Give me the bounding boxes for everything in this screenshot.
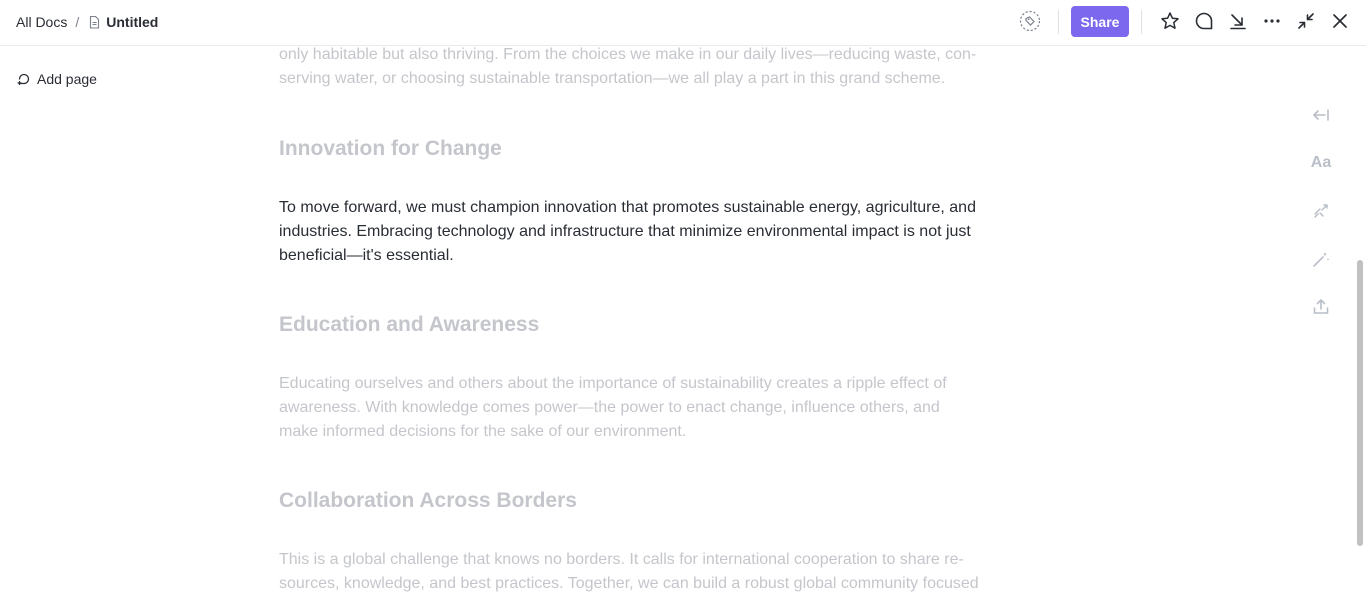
add-page-label: Add page [37, 71, 97, 87]
section-paragraph[interactable]: Educating ourselves and others about the… [279, 372, 979, 444]
paragraph-line: This is a global challenge that knows no… [279, 551, 964, 568]
breadcrumb: All Docs / Untitled [16, 12, 158, 32]
section-paragraph[interactable]: This is a global challenge that knows no… [279, 548, 984, 592]
collapse-left-icon[interactable] [1309, 103, 1333, 127]
collapse-icon[interactable] [1294, 9, 1318, 33]
doc-icon [87, 15, 101, 29]
breadcrumb-all-docs[interactable]: All Docs [16, 14, 67, 30]
download-icon[interactable] [1226, 9, 1250, 33]
tag-icon[interactable] [1018, 9, 1042, 33]
intro-line: only habitable but also thriving. From t… [279, 46, 977, 63]
paragraph-line: sources, knowledge, and best practices. … [279, 575, 979, 592]
convert-icon[interactable] [1309, 199, 1333, 223]
section-heading[interactable]: Education and Awareness [279, 311, 984, 339]
breadcrumb-current-doc[interactable]: Untitled [106, 14, 158, 30]
magic-wand-icon[interactable] [1309, 247, 1333, 271]
intro-paragraph[interactable]: only habitable but also thriving. From t… [279, 46, 984, 91]
add-page-button[interactable]: Add page [17, 71, 97, 87]
section-heading[interactable]: Innovation for Change [279, 135, 984, 163]
font-settings-label: Aa [1310, 154, 1332, 171]
font-settings-button[interactable]: Aa [1309, 151, 1333, 175]
toolbar-divider [1058, 10, 1059, 34]
comment-icon[interactable] [1192, 9, 1216, 33]
more-icon[interactable] [1260, 9, 1284, 33]
section-heading[interactable]: Collaboration Across Borders [279, 487, 984, 515]
sidebar: Add page [0, 46, 240, 592]
document-body[interactable]: only habitable but also thriving. From t… [279, 46, 989, 592]
close-icon[interactable] [1328, 9, 1352, 33]
export-icon[interactable] [1309, 295, 1333, 319]
scrollbar-track[interactable] [1356, 46, 1364, 592]
breadcrumb-separator: / [75, 14, 80, 30]
toolbar-divider [1141, 10, 1142, 34]
add-page-icon [17, 72, 31, 86]
share-button[interactable]: Share [1071, 6, 1129, 37]
intro-line: serving water, or choosing sustainable t… [279, 70, 946, 87]
star-icon[interactable] [1158, 9, 1182, 33]
section-paragraph[interactable]: To move forward, we must champion innova… [279, 196, 979, 268]
scrollbar-thumb[interactable] [1357, 260, 1363, 546]
top-bar: All Docs / Untitled Share [0, 0, 1366, 46]
